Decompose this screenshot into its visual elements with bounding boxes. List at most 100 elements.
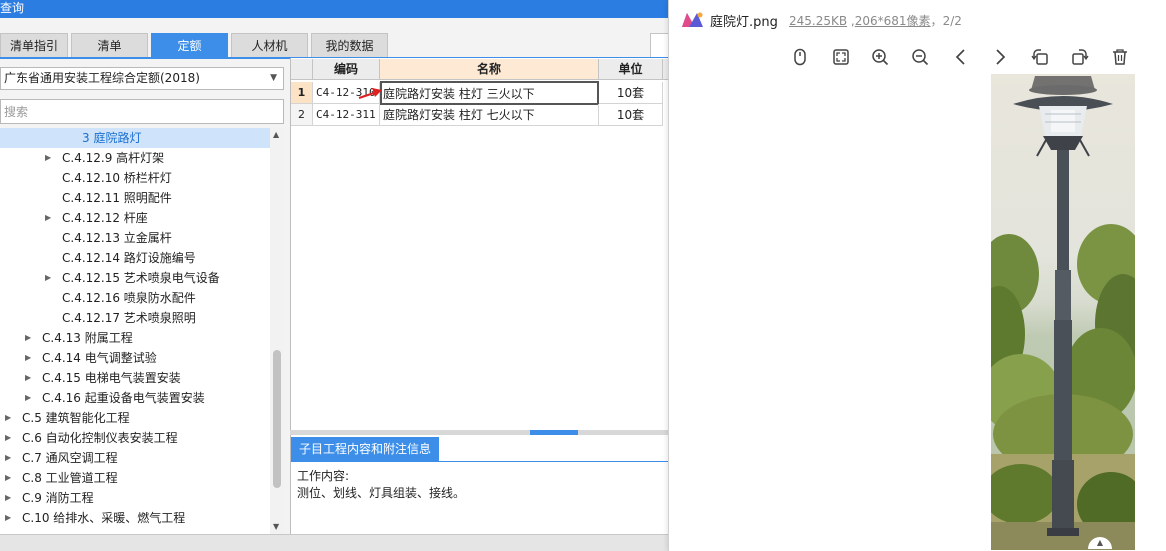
tree-item-label: C.4.12.9 高杆灯架 (62, 151, 165, 165)
rotate-left-icon[interactable] (1027, 44, 1053, 70)
tree-item[interactable]: ▶ C.7 通风空调工程 (0, 448, 270, 468)
tree-item-label: C.4.12.17 艺术喷泉照明 (62, 311, 196, 325)
expand-arrow-icon[interactable]: ▶ (25, 368, 31, 388)
column-header-name[interactable]: 名称 (380, 59, 599, 80)
expand-arrow-icon[interactable]: ▶ (5, 428, 11, 448)
tab-bill-guide[interactable]: 清单指引 (0, 33, 68, 57)
expand-arrow-icon[interactable]: ▶ (45, 208, 51, 228)
tree-item[interactable]: C.4.12.11 照明配件 (0, 188, 270, 208)
zoom-out-icon[interactable] (907, 44, 933, 70)
tree-item-label: C.5 建筑智能化工程 (22, 411, 130, 425)
scroll-up-icon[interactable]: ▲ (273, 130, 279, 139)
tree-item-label: C.4.12.13 立金属杆 (62, 231, 172, 245)
tree-item[interactable]: C.4.12.13 立金属杆 (0, 228, 270, 248)
info-panel: 子目工程内容和附注信息 工作内容: 测位、划线、灯具组装、接线。 (290, 435, 668, 534)
tree-item-label: 3 庭院路灯 (82, 131, 142, 145)
table-cell-code[interactable]: C4-12-311 (313, 104, 380, 126)
prev-icon[interactable] (948, 44, 974, 70)
viewer-file-info: 245.25KB ,206*681像素，2/2 (789, 14, 962, 28)
expand-arrow-icon[interactable]: ▶ (25, 388, 31, 408)
expand-arrow-icon[interactable]: ▶ (5, 488, 11, 508)
tree-item[interactable]: ▶ C.5 建筑智能化工程 (0, 408, 270, 428)
tab-overflow[interactable] (650, 33, 668, 57)
tree-item[interactable]: ▶ C.9 消防工程 (0, 488, 270, 508)
info-tab-underline (291, 461, 668, 462)
mouse-icon[interactable] (787, 44, 813, 70)
expand-arrow-icon[interactable]: ▶ (5, 508, 11, 528)
tree-item-label: C.4.12.12 杆座 (62, 211, 148, 225)
tab-bill[interactable]: 清单 (71, 33, 148, 57)
chevron-down-icon: ▼ (270, 73, 277, 83)
tree-item[interactable]: ▶ C.10 给排水、采暖、燃气工程 (0, 508, 270, 528)
expand-arrow-icon[interactable]: ▶ (45, 148, 51, 168)
quota-tree: 3 庭院路灯 ▶ C.4.12.9 高杆灯架 C.4.12.10 桥栏杆灯 C.… (0, 128, 270, 534)
tree-item[interactable]: C.4.12.16 喷泉防水配件 (0, 288, 270, 308)
garden-lamp-image (991, 76, 1135, 550)
tab-bar: 清单指引 清单 定额 人材机 我的数据 (0, 30, 668, 58)
tree-item[interactable]: ▶ C.6 自动化控制仪表安装工程 (0, 428, 270, 448)
tree-item-label: C.7 通风空调工程 (22, 451, 118, 465)
expand-arrow-icon[interactable]: ▶ (25, 328, 31, 348)
next-icon[interactable] (987, 44, 1013, 70)
tree-item-label: C.9 消防工程 (22, 491, 94, 505)
quota-library-value: 广东省通用安装工程综合定额(2018) (4, 71, 200, 85)
tree-item-label: C.4.12.10 桥栏杆灯 (62, 171, 172, 185)
quota-library-select[interactable]: 广东省通用安装工程综合定额(2018) ▼ (0, 67, 284, 90)
tree-item-label: C.4.12.16 喷泉防水配件 (62, 291, 196, 305)
expand-arrow-icon[interactable]: ▶ (5, 468, 11, 488)
red-arrow-annotation (358, 88, 382, 99)
tree-item[interactable]: ▶ C.4.16 起重设备电气装置安装 (0, 388, 270, 408)
page-indicator: 2/2 (942, 14, 962, 28)
meta-separator: ， (930, 14, 943, 28)
zoom-in-icon[interactable] (867, 44, 893, 70)
table-cell-name[interactable]: 庭院路灯安装 柱灯 七火以下 (380, 104, 599, 126)
tree-item[interactable]: ▶ C.4.12.15 艺术喷泉电气设备 (0, 268, 270, 288)
lamp-photo (991, 74, 1135, 550)
rotate-right-icon[interactable] (1067, 44, 1093, 70)
tree-item-label: C.4.12.14 路灯设施编号 (62, 251, 196, 265)
info-tab[interactable]: 子目工程内容和附注信息 (291, 437, 440, 461)
tree-item[interactable]: ▶ C.4.14 电气调整试验 (0, 348, 270, 368)
tab-my-data[interactable]: 我的数据 (311, 33, 388, 57)
tree-item[interactable]: ▶ C.4.15 电梯电气装置安装 (0, 368, 270, 388)
expand-arrow-icon[interactable]: ▶ (5, 408, 11, 428)
tree-item[interactable]: ▶ C.4.13 附属工程 (0, 328, 270, 348)
work-content-text: 测位、划线、灯具组装、接线。 (297, 486, 466, 500)
scroll-thumb[interactable] (273, 350, 281, 488)
grid-corner (291, 59, 313, 80)
table-cell-unit[interactable]: 10套 (599, 104, 663, 126)
column-header-code[interactable]: 编码 (313, 59, 380, 80)
work-content-label: 工作内容: (297, 469, 350, 483)
fit-screen-icon[interactable] (828, 44, 854, 70)
tree-item-label: C.4.16 起重设备电气装置安装 (42, 391, 205, 405)
expand-arrow-icon[interactable]: ▶ (25, 348, 31, 368)
window-title: 查询 (0, 0, 668, 18)
table-cell-unit[interactable]: 10套 (599, 82, 663, 104)
tree-item[interactable]: 3 庭院路灯 (0, 128, 270, 148)
viewer-header: 庭院灯.png 245.25KB ,206*681像素，2/2 (669, 0, 1166, 38)
tree-item[interactable]: ▶ C.8 工业管道工程 (0, 468, 270, 488)
search-input[interactable] (0, 99, 284, 124)
table-cell-name[interactable]: 庭院路灯安装 柱灯 三火以下 (380, 81, 599, 105)
tree-scrollbar[interactable]: ▲ ▼ (270, 128, 284, 534)
tree-item[interactable]: ▶ C.4.12.9 高杆灯架 (0, 148, 270, 168)
file-size[interactable]: 245.25KB (789, 14, 847, 28)
image-dimensions[interactable]: 206*681像素 (855, 14, 931, 28)
expand-arrow-icon[interactable]: ▶ (45, 268, 51, 288)
delete-icon[interactable] (1107, 44, 1133, 70)
tree-item-label: C.10 给排水、采暖、燃气工程 (22, 511, 186, 525)
tree-item-label: C.4.15 电梯电气装置安装 (42, 371, 181, 385)
expand-arrow-icon[interactable]: ▶ (5, 448, 11, 468)
bottom-scrollbar[interactable] (0, 534, 668, 551)
tree-item[interactable]: C.4.12.14 路灯设施编号 (0, 248, 270, 268)
row-number[interactable]: 1 (291, 82, 313, 104)
scroll-down-icon[interactable]: ▼ (273, 522, 279, 531)
tree-item-label: C.4.13 附属工程 (42, 331, 133, 345)
tree-item[interactable]: C.4.12.10 桥栏杆灯 (0, 168, 270, 188)
tree-item[interactable]: ▶ C.4.12.12 杆座 (0, 208, 270, 228)
tab-materials[interactable]: 人材机 (231, 33, 308, 57)
tab-quota[interactable]: 定额 (151, 33, 228, 57)
tree-item[interactable]: C.4.12.17 艺术喷泉照明 (0, 308, 270, 328)
row-number[interactable]: 2 (291, 104, 313, 126)
column-header-unit[interactable]: 单位 (599, 59, 663, 80)
